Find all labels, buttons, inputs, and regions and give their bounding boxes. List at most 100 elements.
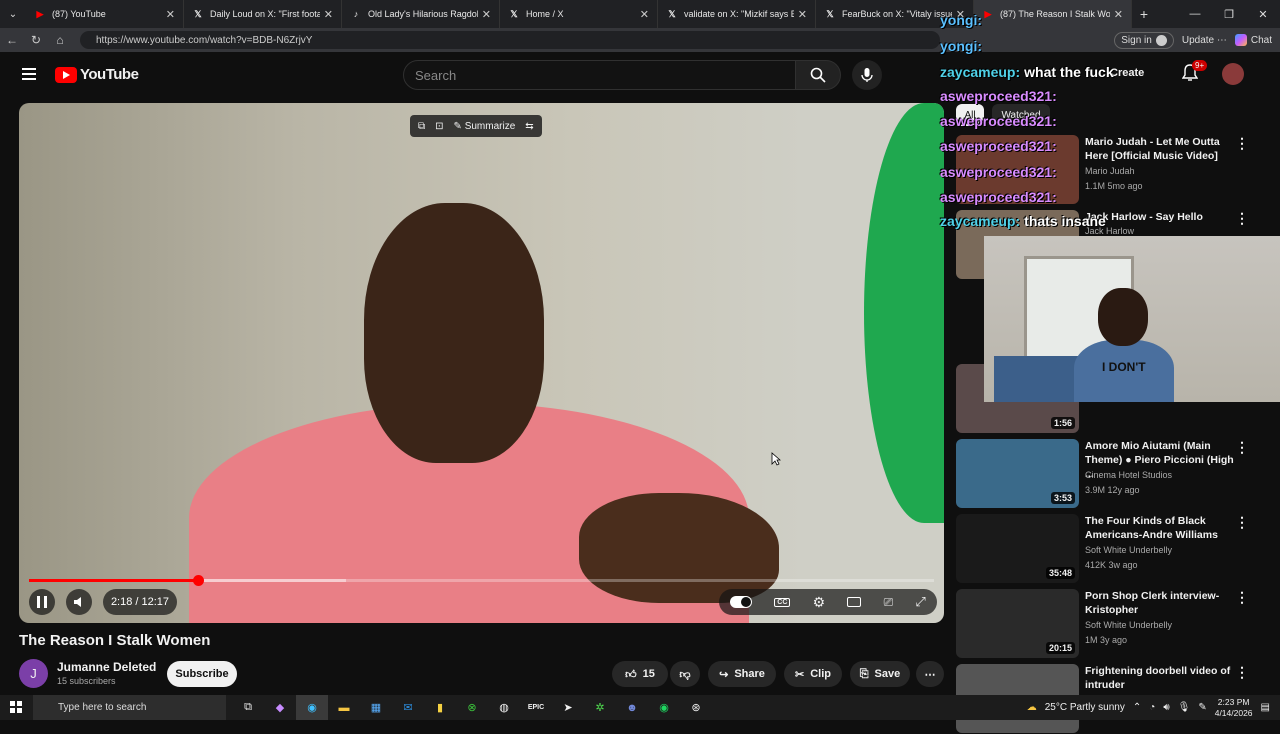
update-button[interactable]: Update ⋯: [1182, 35, 1227, 46]
epic-games-icon[interactable]: EPIC: [520, 695, 552, 720]
weather-icon[interactable]: ☁: [1027, 702, 1037, 713]
sign-in-button[interactable]: Sign in: [1114, 31, 1174, 49]
captions-icon[interactable]: CC: [774, 597, 791, 607]
outlook-icon[interactable]: ✉: [392, 695, 424, 720]
microphone-tray-icon[interactable]: 🎙︎: [1178, 702, 1191, 713]
back-button[interactable]: ←: [0, 33, 24, 47]
volume-tray-icon[interactable]: 🔊︎: [1163, 702, 1169, 713]
taskbar-search-input[interactable]: Type here to search: [33, 695, 226, 720]
razer-icon[interactable]: ✲: [584, 695, 616, 720]
steam-icon[interactable]: ⊛: [680, 695, 712, 720]
translate-icon[interactable]: ⇆: [525, 121, 533, 132]
settings-gear-icon[interactable]: ⚙: [813, 594, 826, 611]
video-menu-icon[interactable]: ⋮: [1235, 439, 1249, 456]
browser-tab[interactable]: 𝕏 Home / X ✕: [500, 0, 658, 28]
taskbar-clock[interactable]: 2:23 PM 4/14/2026: [1215, 697, 1253, 719]
cast-icon[interactable]: ⎚: [884, 595, 894, 610]
video-channel[interactable]: Mario Judah: [1085, 166, 1135, 176]
share-button[interactable]: ↪ Share: [708, 661, 776, 687]
browser-tab[interactable]: ▶ (87) YouTube ✕: [26, 0, 184, 28]
xbox-icon[interactable]: ⊗: [456, 695, 488, 720]
file-explorer-icon[interactable]: ▬: [328, 695, 360, 720]
volume-button[interactable]: [66, 589, 92, 615]
channel-name[interactable]: Jumanne Deleted: [57, 660, 156, 674]
task-view-icon[interactable]: ⧉: [232, 695, 264, 720]
browser-tab[interactable]: 𝕏validate on X: "Mizkif says Bonnie ✕: [658, 0, 816, 28]
autoplay-toggle[interactable]: [730, 596, 753, 608]
theater-mode-icon[interactable]: [847, 597, 862, 607]
tab-close-icon[interactable]: ✕: [482, 8, 491, 21]
recommended-video[interactable]: 35:48 The Four Kinds of Black Americans-A…: [956, 514, 1271, 584]
restore-button[interactable]: ❐: [1212, 0, 1246, 28]
clip-button[interactable]: ✂ Clip: [784, 661, 842, 687]
recommended-video[interactable]: 20:15 Porn Shop Clerk interview-Kristophe…: [956, 589, 1271, 659]
video-thumbnail[interactable]: 3:53: [956, 439, 1079, 508]
subscribe-button[interactable]: Subscribe: [167, 661, 237, 687]
screenshot-icon[interactable]: ⊡: [435, 121, 443, 132]
spotify-icon[interactable]: ◉: [648, 695, 680, 720]
summarize-button[interactable]: ✎ Summarize: [454, 121, 516, 132]
video-thumbnail[interactable]: 20:15: [956, 589, 1079, 658]
new-tab-button[interactable]: +: [1132, 6, 1156, 22]
video-thumbnail[interactable]: 35:48: [956, 514, 1079, 583]
copilot-chat-button[interactable]: Chat: [1234, 34, 1272, 46]
channel-avatar[interactable]: J: [19, 659, 48, 688]
video-channel[interactable]: Soft White Underbelly: [1085, 620, 1172, 630]
save-button[interactable]: ⎘ Save: [850, 661, 910, 687]
like-button[interactable]: 👍︎ 15: [612, 661, 668, 687]
notification-center-icon[interactable]: ▤: [1261, 702, 1270, 713]
discord-icon[interactable]: ☻: [616, 695, 648, 720]
dislike-button[interactable]: 👎︎: [670, 661, 700, 687]
tab-list-button[interactable]: ⌄: [0, 0, 26, 28]
store-icon[interactable]: ▦: [360, 695, 392, 720]
avatar[interactable]: [1222, 63, 1244, 85]
video-title-link[interactable]: Mario Judah - Let Me Outta Here [Officia…: [1085, 135, 1235, 163]
video-channel[interactable]: Soft White Underbelly: [1085, 545, 1172, 555]
url-field[interactable]: https://www.youtube.com/watch?v=BDB-N6Zr…: [80, 31, 940, 49]
video-title-link[interactable]: Jack Harlow - Say Hello: [1085, 210, 1235, 224]
recommended-video[interactable]: 3:53 Amore Mio Aiutami (Main Theme) ● Pie…: [956, 439, 1271, 509]
miniplayer-icon[interactable]: ⧉: [418, 121, 425, 132]
arrow-app-icon[interactable]: ➤: [552, 695, 584, 720]
tab-close-icon[interactable]: ✕: [1114, 8, 1123, 21]
browser-tab[interactable]: 𝕏 Daily Loud on X: "First footage sh ✕: [184, 0, 342, 28]
voice-search-button[interactable]: [852, 60, 882, 90]
browser-tab[interactable]: ♪ Old Lady's Hilarious Ragdoll Toss ✕: [342, 0, 500, 28]
video-menu-icon[interactable]: ⋮: [1235, 589, 1249, 606]
browser-tab[interactable]: ▶(87) The Reason I Stalk Wome✕: [974, 0, 1132, 28]
video-menu-icon[interactable]: ⋮: [1235, 664, 1249, 681]
reload-button[interactable]: ↻: [24, 33, 48, 47]
app-icon-1[interactable]: ◍: [488, 695, 520, 720]
video-menu-icon[interactable]: ⋮: [1235, 135, 1249, 152]
create-button[interactable]: Create: [1110, 67, 1144, 79]
video-channel[interactable]: Cinema Hotel Studios: [1085, 470, 1172, 480]
tab-close-icon[interactable]: ✕: [166, 8, 175, 21]
youtube-logo[interactable]: YouTube: [55, 66, 139, 83]
search-input[interactable]: Search: [403, 60, 796, 90]
minimize-button[interactable]: —: [1178, 0, 1212, 28]
notes-icon[interactable]: ▮: [424, 695, 456, 720]
tab-close-icon[interactable]: ✕: [324, 8, 333, 21]
tab-close-icon[interactable]: ✕: [640, 8, 649, 21]
more-actions-button[interactable]: ⋯: [916, 661, 944, 687]
pause-button[interactable]: [29, 589, 55, 615]
search-button[interactable]: [795, 60, 841, 90]
video-title-link[interactable]: The Four Kinds of Black Americans-Andre …: [1085, 514, 1235, 542]
copilot-taskbar-icon[interactable]: ◆: [264, 695, 296, 720]
fullscreen-icon[interactable]: ⤢: [915, 594, 925, 610]
weather-text[interactable]: 25°C Partly sunny: [1045, 702, 1125, 713]
tray-chevron-icon[interactable]: ⌃: [1133, 702, 1141, 713]
notifications-button[interactable]: 9+: [1181, 60, 1208, 87]
home-button[interactable]: ⌂: [48, 33, 72, 47]
progress-bar[interactable]: [29, 575, 934, 586]
edit-icon[interactable]: ✎: [1198, 702, 1206, 713]
close-window-button[interactable]: ✕: [1246, 0, 1280, 28]
video-title-link[interactable]: Porn Shop Clerk interview-Kristopher: [1085, 589, 1235, 617]
edge-icon[interactable]: ◉: [296, 695, 328, 720]
network-icon[interactable]: ◔: [1149, 702, 1155, 713]
video-player[interactable]: ⧉ ⊡ ✎ Summarize ⇆ 2:18 / 12:17 CC ⚙ ⎚ ⤢: [19, 103, 944, 623]
windows-start-icon[interactable]: [10, 701, 22, 713]
tab-close-icon[interactable]: ✕: [798, 8, 807, 21]
hamburger-menu-icon[interactable]: [22, 68, 36, 80]
video-title-link[interactable]: Frightening doorbell video of intruder: [1085, 664, 1235, 692]
